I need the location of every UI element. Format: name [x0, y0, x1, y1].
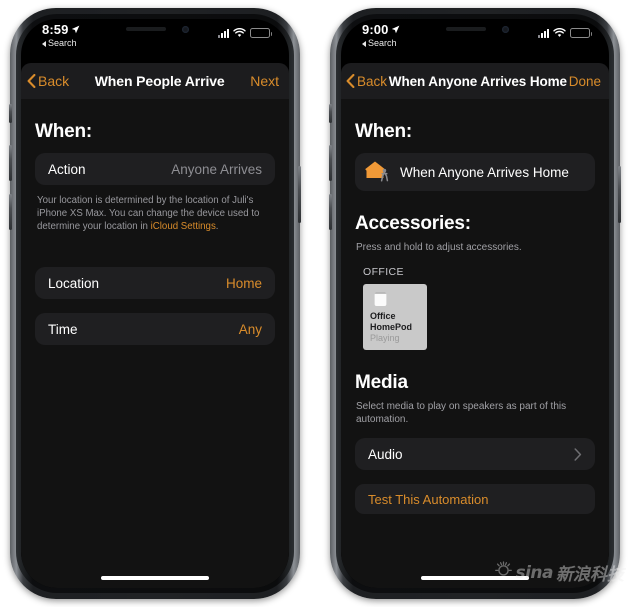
signal-bars-icon — [538, 28, 549, 38]
action-row-label: Action — [48, 161, 86, 177]
back-to-app-indicator[interactable]: Search — [42, 38, 80, 49]
screen-right: 9:00 Search Back When Anyone Arrives Hom… — [341, 19, 609, 588]
accessories-hint: Press and hold to adjust accessories. — [356, 242, 522, 253]
status-time-group: 8:59 — [42, 22, 80, 37]
back-button-label: Back — [38, 73, 70, 89]
earpiece-speaker-icon — [125, 27, 166, 31]
wifi-icon — [233, 28, 246, 37]
front-camera-icon — [501, 25, 509, 33]
accessories-section-title: Accessories: — [355, 213, 471, 234]
iphone-device-left: 8:59 Search Back When People Arrive Next… — [9, 8, 301, 599]
volume-up-button[interactable] — [329, 145, 332, 181]
location-footnote: Your location is determined by the locat… — [37, 194, 273, 233]
accessory-state: Playing — [370, 333, 400, 343]
trigger-row[interactable]: When Anyone Arrives Home — [355, 153, 595, 191]
back-button[interactable]: Back — [21, 73, 69, 89]
home-arrival-icon — [365, 161, 389, 182]
when-section-title: When: — [355, 121, 413, 142]
audio-row[interactable]: Audio — [355, 438, 595, 470]
location-arrow-icon — [72, 25, 80, 34]
time-row-value: Any — [238, 321, 262, 337]
when-section-title: When: — [35, 121, 93, 142]
status-bar-left-group: 9:00 Search — [362, 22, 400, 49]
page-title: When Anyone Arrives Home — [388, 73, 567, 89]
accessory-name-line2: HomePod — [370, 321, 413, 332]
back-button-label: Back — [357, 73, 388, 89]
battery-icon — [570, 28, 592, 38]
accessory-name-line1: Office — [370, 311, 396, 321]
signal-bars-icon — [218, 28, 229, 38]
home-indicator[interactable] — [101, 576, 209, 580]
silent-switch[interactable] — [9, 104, 12, 123]
screen-left: 8:59 Search Back When People Arrive Next… — [21, 19, 289, 588]
status-bar-left-group: 8:59 Search — [42, 22, 80, 49]
action-row-value: Anyone Arrives — [171, 161, 262, 177]
accessory-group-label: OFFICE — [363, 266, 404, 278]
battery-icon — [250, 28, 272, 38]
power-button[interactable] — [298, 166, 301, 223]
content-left: When: Action Anyone Arrives Your locatio… — [21, 99, 289, 588]
navigation-bar-right: Back When Anyone Arrives Home Done — [341, 63, 609, 99]
homepod-icon — [374, 292, 387, 306]
chevron-left-icon — [346, 74, 355, 88]
volume-up-button[interactable] — [9, 145, 12, 181]
back-triangle-icon — [362, 40, 366, 47]
device-bezel-left: 8:59 Search Back When People Arrive Next… — [16, 14, 294, 593]
notch-right — [417, 19, 533, 39]
wifi-icon — [553, 28, 566, 37]
home-indicator[interactable] — [421, 576, 529, 580]
screenshot-canvas: 8:59 Search Back When People Arrive Next… — [0, 0, 630, 607]
chevron-left-icon — [27, 74, 36, 88]
device-bezel-right: 9:00 Search Back When Anyone Arrives Hom… — [336, 14, 614, 593]
done-button[interactable]: Done — [569, 74, 609, 89]
time-row-label: Time — [48, 321, 78, 337]
media-description: Select media to play on speakers as part… — [356, 401, 567, 425]
navigation-bar-left: Back When People Arrive Next — [21, 63, 289, 99]
audio-row-label: Audio — [368, 446, 403, 462]
status-time: 9:00 — [362, 22, 389, 37]
time-row[interactable]: Time Any — [35, 313, 275, 345]
location-row-label: Location — [48, 275, 100, 291]
location-row[interactable]: Location Home — [35, 267, 275, 299]
front-camera-icon — [181, 25, 189, 33]
content-right: When: When Anyone Arrives Home Accessori… — [341, 99, 609, 588]
back-triangle-icon — [42, 40, 46, 47]
location-arrow-icon — [392, 25, 400, 34]
volume-down-button[interactable] — [9, 194, 12, 230]
accessory-tile-office-homepod[interactable]: Office HomePod Playing — [363, 284, 427, 350]
media-section-title: Media — [355, 372, 408, 393]
footnote-text-after: . — [215, 221, 219, 232]
trigger-row-label: When Anyone Arrives Home — [400, 164, 569, 180]
back-app-label: Search — [368, 38, 397, 48]
icloud-settings-link[interactable]: iCloud Settings — [151, 221, 216, 232]
back-to-app-indicator[interactable]: Search — [362, 38, 400, 49]
action-row[interactable]: Action Anyone Arrives — [35, 153, 275, 185]
iphone-device-right: 9:00 Search Back When Anyone Arrives Hom… — [329, 8, 621, 599]
volume-down-button[interactable] — [329, 194, 332, 230]
power-button[interactable] — [618, 166, 621, 223]
page-title: When People Arrive — [94, 73, 225, 89]
status-bar-right-group — [218, 28, 272, 38]
back-button[interactable]: Back — [341, 74, 387, 89]
next-button[interactable]: Next — [250, 73, 289, 89]
status-time: 8:59 — [42, 22, 69, 37]
test-automation-button[interactable]: Test This Automation — [355, 484, 595, 514]
location-row-value: Home — [225, 275, 262, 291]
back-app-label: Search — [48, 38, 77, 48]
earpiece-speaker-icon — [445, 27, 486, 31]
silent-switch[interactable] — [329, 104, 332, 123]
footnote-text-before: Your location is determined by the locat… — [37, 195, 260, 232]
status-bar-right-group — [538, 28, 592, 38]
notch-left — [97, 19, 213, 39]
chevron-right-icon — [574, 447, 582, 461]
status-time-group: 9:00 — [362, 22, 400, 37]
